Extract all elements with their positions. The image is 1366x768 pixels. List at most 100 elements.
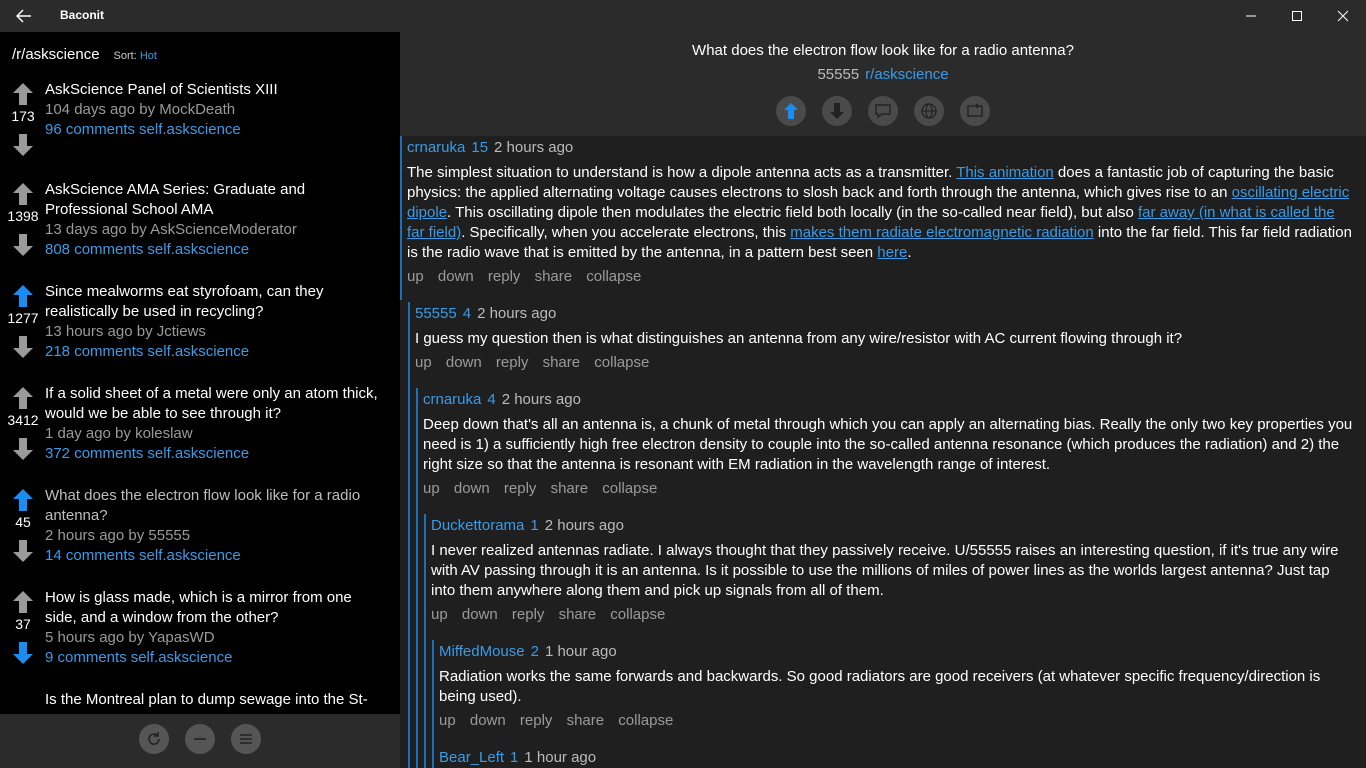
domain-link[interactable]: self.askscience (147, 343, 249, 360)
upvote-icon[interactable] (12, 284, 34, 308)
comment-reply-link[interactable]: reply (496, 354, 529, 371)
downvote-button[interactable] (822, 96, 852, 126)
comments-link[interactable]: 14 comments (45, 547, 135, 564)
comment-collapse-link[interactable]: collapse (602, 480, 657, 497)
comment-time: 1 hour ago (524, 749, 597, 766)
comment-collapse-link[interactable]: collapse (618, 712, 673, 729)
maximize-button[interactable] (1274, 0, 1320, 32)
subreddit-header: /r/askscience Sort: Hot (12, 46, 157, 63)
comment-downvote-link[interactable]: down (462, 606, 498, 623)
post-title[interactable]: Is the Montreal plan to dump sewage into… (45, 690, 385, 710)
downvote-icon[interactable] (12, 133, 34, 157)
comment-header: Duckettorama 1 2 hours ago (431, 516, 1355, 536)
menu-button[interactable] (231, 724, 261, 754)
post-list-item[interactable]: 45 What does the electron flow look like… (0, 484, 400, 586)
comment-share-link[interactable]: share (559, 606, 597, 623)
post-list-item[interactable]: 1277 Since mealworms eat styrofoam, can … (0, 280, 400, 382)
comment-upvote-link[interactable]: up (431, 606, 448, 623)
comment-upvote-link[interactable]: up (439, 712, 456, 729)
comment-share-link[interactable]: share (551, 480, 589, 497)
post-title[interactable]: AskScience Panel of Scientists XIII (45, 80, 385, 100)
comment-link[interactable]: This animation (956, 164, 1054, 181)
upvote-icon[interactable] (12, 82, 34, 106)
post-list-item[interactable]: 173 AskScience Panel of Scientists XIII … (0, 78, 400, 180)
post-meta: 1 day ago by koleslaw (45, 425, 193, 442)
comments-link[interactable]: 372 comments (45, 445, 143, 462)
comments-link[interactable]: 808 comments (45, 241, 143, 258)
comment-upvote-link[interactable]: up (415, 354, 432, 371)
downvote-icon[interactable] (12, 437, 34, 461)
upvote-icon[interactable] (12, 182, 34, 206)
comment-reply-link[interactable]: reply (488, 268, 521, 285)
comment-collapse-link[interactable]: collapse (586, 268, 641, 285)
open-browser-button[interactable] (914, 96, 944, 126)
sort-value[interactable]: Hot (140, 50, 157, 62)
comment-collapse-link[interactable]: collapse (594, 354, 649, 371)
post-list-item[interactable]: 37 How is glass made, which is a mirror … (0, 586, 400, 688)
close-button[interactable] (1320, 0, 1366, 32)
comment-reply-link[interactable]: reply (512, 606, 545, 623)
comment-upvote-link[interactable]: up (423, 480, 440, 497)
comment-link[interactable]: makes them radiate electromagnetic radia… (790, 224, 1094, 241)
domain-link[interactable]: self.askscience (147, 241, 249, 258)
upvote-icon[interactable] (12, 386, 34, 410)
post-score: 3412 (7, 412, 39, 428)
downvote-icon[interactable] (12, 233, 34, 257)
comment-downvote-link[interactable]: down (438, 268, 474, 285)
comment-author[interactable]: 55555 (415, 305, 457, 322)
comments-link[interactable]: 9 comments (45, 649, 127, 666)
sort-selector[interactable]: Sort: Hot (114, 50, 157, 62)
comment-author[interactable]: MiffedMouse (439, 643, 525, 660)
post-list-panel: /r/askscience Sort: Hot 173 AskScience P… (0, 32, 400, 768)
post-subreddit-link[interactable]: r/askscience (865, 66, 948, 83)
comment-score: 1 (530, 517, 539, 534)
comment-downvote-link[interactable]: down (446, 354, 482, 371)
upvote-icon[interactable] (12, 488, 34, 512)
downvote-icon[interactable] (12, 539, 34, 563)
post-title[interactable]: If a solid sheet of a metal were only an… (45, 384, 385, 424)
post-list-item[interactable]: 1398 AskScience AMA Series: Graduate and… (0, 178, 400, 280)
comment-body: I never realized antennas radiate. I alw… (431, 541, 1355, 601)
comment-author[interactable]: crnaruka (423, 391, 481, 408)
post-list-item[interactable]: 3412 If a solid sheet of a metal were on… (0, 382, 400, 484)
post-title[interactable]: What does the electron flow look like fo… (45, 486, 385, 526)
comment-author[interactable]: crnaruka (407, 139, 465, 156)
comment-downvote-link[interactable]: down (470, 712, 506, 729)
comments-link[interactable]: 96 comments (45, 121, 135, 138)
post-title[interactable]: How is glass made, which is a mirror fro… (45, 588, 385, 628)
upvote-button[interactable] (776, 96, 806, 126)
minimize-button[interactable] (1228, 0, 1274, 32)
domain-link[interactable]: self.askscience (139, 547, 241, 564)
comment-downvote-link[interactable]: down (454, 480, 490, 497)
back-button[interactable] (8, 4, 40, 28)
comment-text-run: I guess my question then is what disting… (415, 330, 1183, 347)
downvote-icon[interactable] (12, 641, 34, 665)
post-body: AskScience Panel of Scientists XIII 104 … (45, 80, 385, 140)
downvote-icon[interactable] (12, 335, 34, 359)
comment-upvote-link[interactable]: up (407, 268, 424, 285)
comment-share-link[interactable]: share (543, 354, 581, 371)
post-body: What does the electron flow look like fo… (45, 486, 385, 566)
share-post-button[interactable] (960, 96, 990, 126)
comment-link[interactable]: here (877, 244, 907, 261)
comment-share-link[interactable]: share (535, 268, 573, 285)
comments-link[interactable]: 218 comments (45, 343, 143, 360)
comment-author[interactable]: Bear_Left (439, 749, 504, 766)
refresh-button[interactable] (139, 724, 169, 754)
domain-link[interactable]: self.askscience (147, 445, 249, 462)
domain-link[interactable]: self.askscience (131, 649, 233, 666)
domain-link[interactable]: self.askscience (139, 121, 241, 138)
upvote-icon[interactable] (12, 590, 34, 614)
comment-reply-link[interactable]: reply (520, 712, 553, 729)
comment-author[interactable]: Duckettorama (431, 517, 524, 534)
collapse-button[interactable] (185, 724, 215, 754)
comment-share-link[interactable]: share (567, 712, 605, 729)
comment-score: 2 (530, 643, 539, 660)
subreddit-name[interactable]: /r/askscience (12, 46, 100, 63)
comment-reply-link[interactable]: reply (504, 480, 537, 497)
post-title[interactable]: Since mealworms eat styrofoam, can they … (45, 282, 385, 322)
comment-collapse-link[interactable]: collapse (610, 606, 665, 623)
post-title[interactable]: AskScience AMA Series: Graduate and Prof… (45, 180, 385, 220)
comment: Bear_Left 1 1 hour ago (439, 748, 1355, 768)
comments-button[interactable] (868, 96, 898, 126)
